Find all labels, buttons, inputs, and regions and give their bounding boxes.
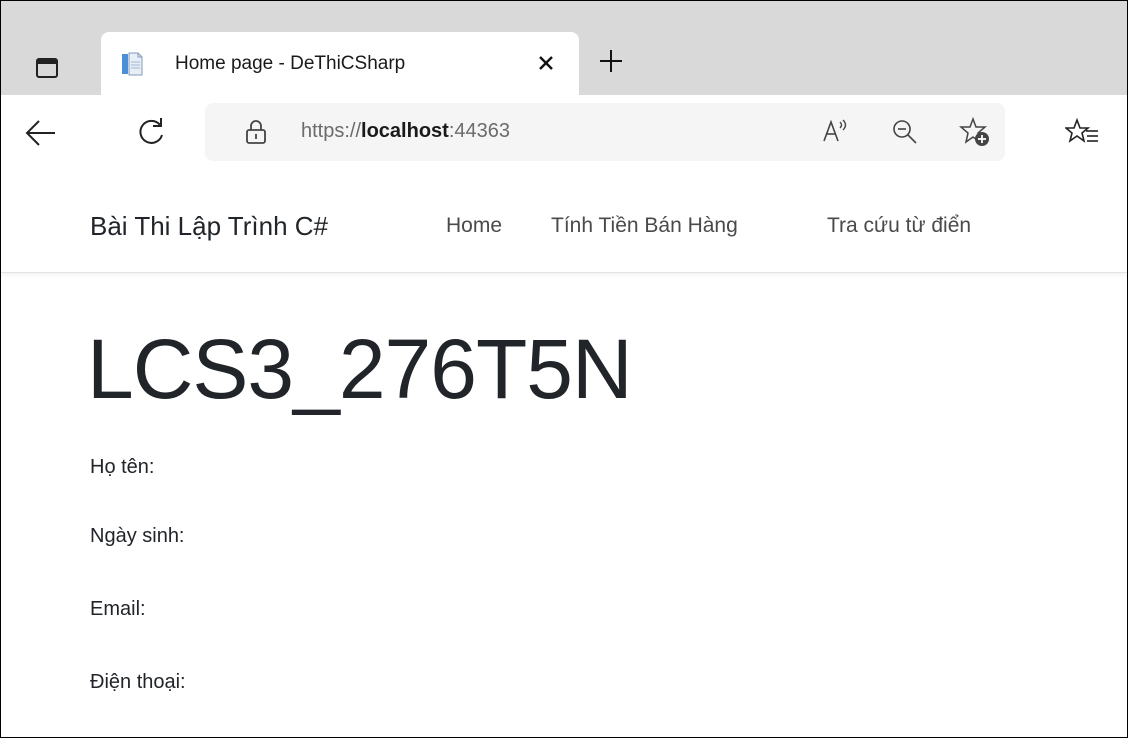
navbar-brand[interactable]: Bài Thi Lập Trình C# [90,211,328,242]
tab-strip: Home page - DeThiCSharp [1,1,1127,95]
add-favorite-icon[interactable] [959,116,991,148]
url-port: :44363 [448,120,510,142]
nav-link-tra-cuu-tu-dien[interactable]: Tra cứu từ điển [827,214,971,238]
favorites-icon[interactable] [1065,117,1099,151]
zoom-out-icon[interactable] [891,118,919,146]
tab-home-page[interactable]: Home page - DeThiCSharp [101,32,579,95]
browser-toolbar: https://localhost:44363 [1,95,1127,174]
back-arrow-icon[interactable] [23,115,59,151]
lock-icon[interactable] [245,119,267,145]
field-email: Email: [90,598,146,620]
url-text[interactable]: https://localhost:44363 [301,120,510,143]
browser-window: Home page - DeThiCSharp https://localhos… [0,0,1128,738]
page-heading: LCS3_276T5N [87,322,633,416]
site-navbar: Bài Thi Lập Trình C# Home Tính Tiền Bán … [1,173,1127,273]
tab-actions-icon[interactable] [25,47,65,87]
read-aloud-icon[interactable] [821,117,849,145]
tab-title: Home page - DeThiCSharp [175,53,406,74]
refresh-icon[interactable] [133,115,169,151]
url-host: localhost [361,120,449,142]
url-scheme: https:// [301,120,362,142]
nav-link-home[interactable]: Home [446,214,502,238]
address-bar[interactable]: https://localhost:44363 [205,103,1005,161]
plus-icon[interactable] [597,47,625,75]
field-dien-thoai: Điện thoại: [90,671,186,693]
field-ngay-sinh: Ngày sinh: [90,525,185,547]
close-icon[interactable] [533,50,559,76]
field-ho-ten: Họ tên: [90,456,155,478]
page-favicon-icon [122,52,143,76]
nav-link-tinh-tien-ban-hang[interactable]: Tính Tiền Bán Hàng [551,214,738,238]
